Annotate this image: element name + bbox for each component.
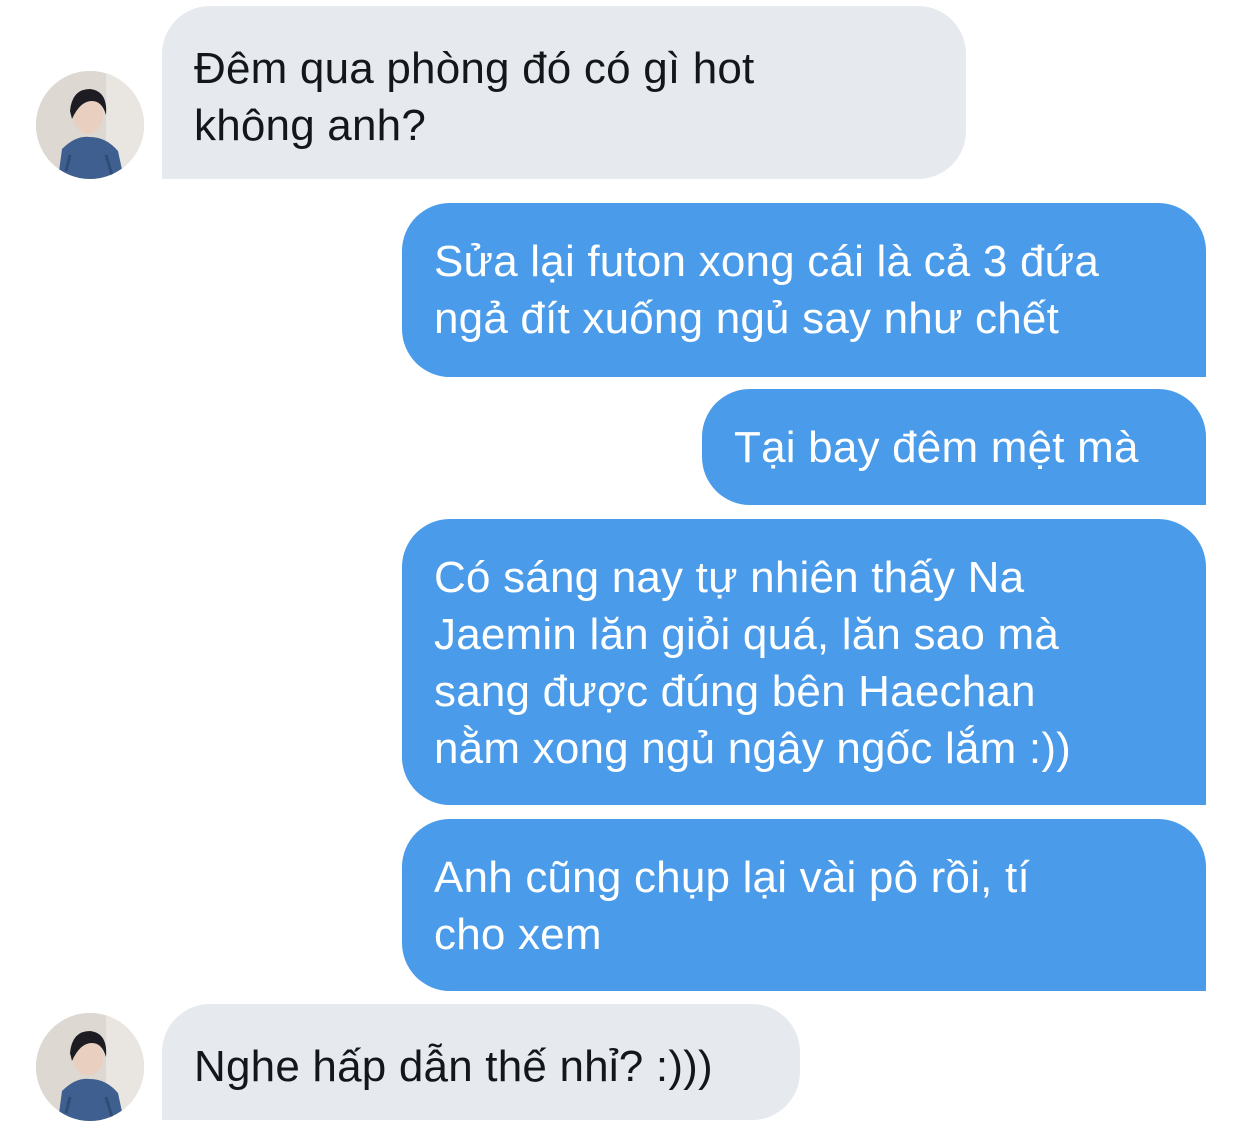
message-text-line: không anh? xyxy=(194,101,426,150)
message-bubble-incoming[interactable]: Nghe hấp dẫn thế nhỉ? :))) xyxy=(162,1004,800,1120)
message-bubble-outgoing[interactable]: Anh cũng chụp lại vài pô rồi, tí cho xem xyxy=(402,819,1206,991)
message-text-line: sang được đúng bên Haechan xyxy=(434,667,1036,716)
message-text-line: Có sáng nay tự nhiên thấy Na xyxy=(434,553,1025,602)
message-text-line: Nghe hấp dẫn thế nhỉ? :))) xyxy=(194,1042,713,1091)
message-text-line: Tại bay đêm mệt mà xyxy=(734,423,1139,472)
message-bubble-outgoing[interactable]: Sửa lại futon xong cái là cả 3 đứa ngả đ… xyxy=(402,203,1206,377)
message-text-line: Sửa lại futon xong cái là cả 3 đứa xyxy=(434,237,1099,286)
message-bubble-outgoing[interactable]: Tại bay đêm mệt mà xyxy=(702,389,1206,505)
message-text-line: ngả đít xuống ngủ say như chết xyxy=(434,294,1060,343)
message-text-line: Đêm qua phòng đó có gì hot xyxy=(194,44,755,93)
message-bubble-outgoing[interactable]: Có sáng nay tự nhiên thấy Na Jaemin lăn … xyxy=(402,519,1206,805)
message-text-line: cho xem xyxy=(434,910,602,959)
message-text-line: Jaemin lăn giỏi quá, lăn sao mà xyxy=(434,610,1060,659)
message-text-line: Anh cũng chụp lại vài pô rồi, tí xyxy=(434,853,1030,902)
message-bubble-incoming[interactable]: Đêm qua phòng đó có gì hot không anh? xyxy=(162,6,966,179)
avatar-photo-icon xyxy=(36,1013,144,1121)
avatar-photo-icon xyxy=(36,71,144,179)
message-text-line: nằm xong ngủ ngây ngốc lắm :)) xyxy=(434,724,1072,773)
sender-avatar[interactable] xyxy=(36,1013,144,1121)
sender-avatar[interactable] xyxy=(36,71,144,179)
message-thread: Đêm qua phòng đó có gì hot không anh? Sử… xyxy=(0,0,1242,1134)
